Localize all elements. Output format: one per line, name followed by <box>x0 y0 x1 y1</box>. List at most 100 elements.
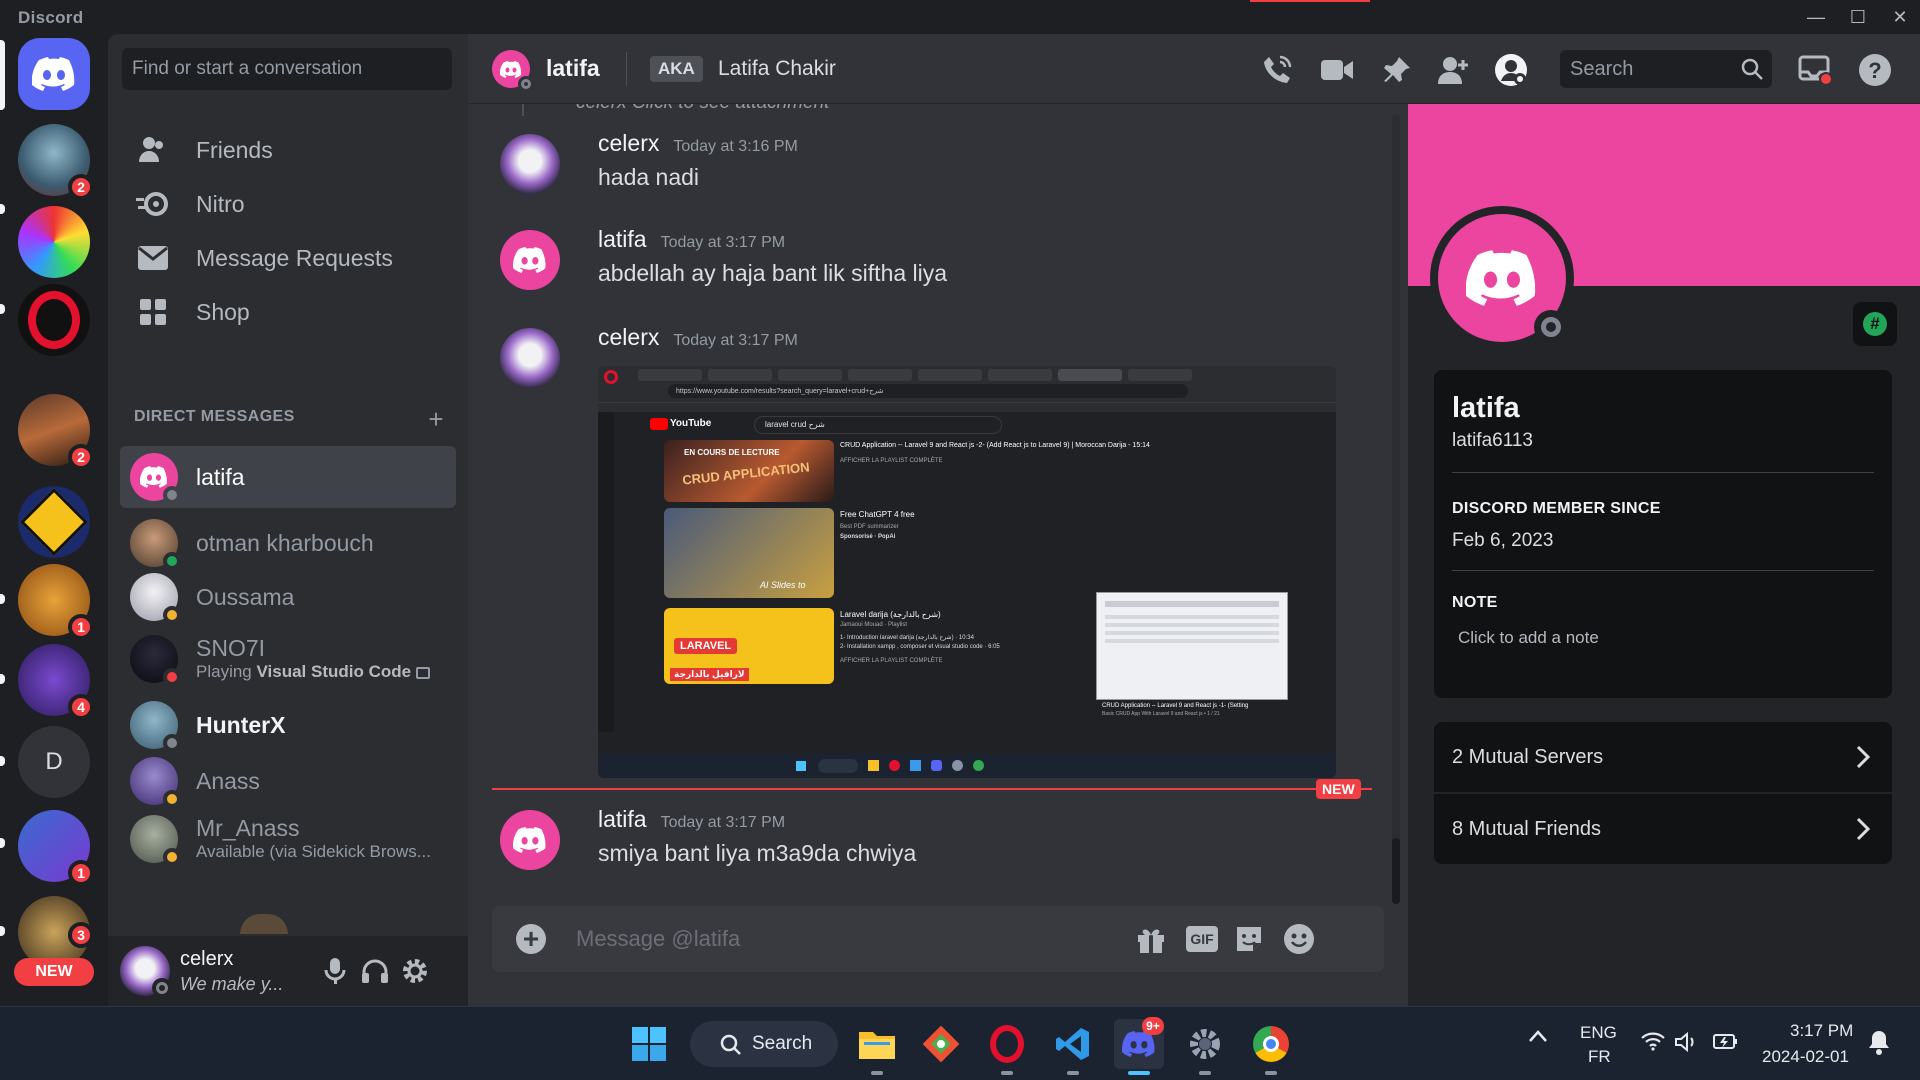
add-friends-to-dm-icon[interactable] <box>1434 51 1472 89</box>
message-avatar[interactable] <box>500 810 560 870</box>
maximize-button[interactable]: ☐ <box>1836 0 1880 34</box>
avatar <box>130 815 181 866</box>
header-status <box>518 76 534 92</box>
nav-friends[interactable]: Friends <box>120 122 456 178</box>
server-icon-2[interactable] <box>18 174 90 278</box>
server-icon-d[interactable]: D <box>18 726 90 798</box>
message-avatar[interactable] <box>500 328 560 388</box>
inbox-icon[interactable] <box>1796 51 1834 89</box>
message-timestamp: Today at 3:17 PM <box>660 234 786 251</box>
chrome-icon[interactable] <box>1246 1019 1296 1075</box>
nav-nitro[interactable]: Nitro <box>120 176 456 232</box>
minimize-button[interactable]: — <box>1794 0 1838 34</box>
mutual-friends-label: 8 Mutual Friends <box>1452 817 1601 840</box>
discord-logo-icon <box>32 57 75 91</box>
git-app-icon[interactable] <box>916 1019 966 1069</box>
avatar <box>130 701 181 752</box>
image-attachment[interactable]: https://www.youtube.com/results?search_q… <box>598 366 1336 778</box>
message-composer[interactable]: + Message @latifa GIF <box>492 906 1384 972</box>
dm-item-latifa[interactable]: latifa <box>120 446 456 508</box>
notification-bell-icon[interactable] <box>1868 1029 1890 1060</box>
scrollbar-thumb[interactable] <box>1392 838 1400 904</box>
note-input[interactable]: Click to add a note <box>1458 628 1599 648</box>
idle-status <box>163 606 181 624</box>
user-profile-panel: # latifa latifa6113 DISCORD MEMBER SINCE… <box>1408 104 1920 1006</box>
message-author[interactable]: celerx Today at 3:16 PM <box>598 130 798 157</box>
discord-taskbar-icon[interactable]: 9+ <box>1114 1017 1164 1075</box>
gift-icon[interactable] <box>1134 922 1168 956</box>
dm-header-label: DIRECT MESSAGES <box>134 408 295 425</box>
opera-browser-icon[interactable] <box>982 1019 1032 1075</box>
settings-gear-icon[interactable] <box>398 954 432 988</box>
scrollbar[interactable] <box>1392 114 1400 904</box>
server-icon-4[interactable]: 2 <box>18 394 94 470</box>
message-avatar[interactable] <box>500 134 560 194</box>
message-author[interactable]: latifa Today at 3:17 PM <box>598 226 785 253</box>
dm-item-oussama[interactable]: Oussama <box>120 566 456 628</box>
microphone-icon[interactable] <box>318 954 352 988</box>
server-icon-movie[interactable]: 1 <box>18 810 94 886</box>
close-button[interactable]: ✕ <box>1878 0 1920 34</box>
voice-call-icon[interactable] <box>1258 51 1296 89</box>
dm-item-mr-anass[interactable]: Mr_Anass Available (via Sidekick Brows..… <box>120 808 456 870</box>
dm-search-input[interactable]: Find or start a conversation <box>122 48 452 90</box>
nav-message-requests[interactable]: Message Requests <box>120 230 456 286</box>
home-button[interactable] <box>18 38 90 110</box>
header-search-input[interactable]: Search <box>1560 50 1772 88</box>
server-icon-opera[interactable] <box>18 274 90 356</box>
dm-item-hunterx[interactable]: HunterX <box>120 694 456 756</box>
emoji-icon[interactable] <box>1282 922 1316 956</box>
chevron-right-icon <box>1856 817 1871 847</box>
composer-placeholder[interactable]: Message @latifa <box>576 926 740 952</box>
help-icon[interactable]: ? <box>1856 51 1894 89</box>
server-icon-7[interactable]: 4 <box>18 644 94 720</box>
dm-item-anass[interactable]: Anass <box>120 750 456 812</box>
message-avatar[interactable] <box>500 230 560 290</box>
rich-presence-icon <box>415 666 430 679</box>
keyboard-layout[interactable]: FR <box>1588 1047 1611 1067</box>
message-author[interactable]: latifa Today at 3:17 PM <box>598 806 785 833</box>
nav-shop[interactable]: Shop <box>120 284 456 340</box>
dm-item-otman[interactable]: otman kharbouch <box>120 512 456 574</box>
battery-icon[interactable] <box>1712 1031 1738 1056</box>
mutual-servers-row[interactable]: 2 Mutual Servers <box>1434 722 1892 792</box>
dm-item-sno7i[interactable]: SNO7I Playing Visual Studio Code <box>120 628 456 690</box>
upload-plus-icon[interactable]: + <box>516 924 546 954</box>
server-icon-hello[interactable]: 1 <box>18 564 94 640</box>
running-indicator <box>871 1071 883 1075</box>
hashtag-badge-icon[interactable]: # <box>1853 302 1897 346</box>
chevron-up-icon[interactable] <box>1528 1029 1548 1048</box>
gif-picker-button[interactable]: GIF <box>1182 922 1222 956</box>
miniplayer-video <box>1096 592 1288 700</box>
vscode-icon[interactable] <box>1048 1019 1098 1075</box>
discord-logo-icon <box>1466 250 1536 306</box>
windows-start-icon[interactable] <box>624 1019 674 1069</box>
running-indicator <box>1265 1071 1277 1075</box>
new-unreads-pill[interactable]: NEW <box>14 958 94 986</box>
dm-name: latifa <box>196 463 245 490</box>
dm-name: Anass <box>196 767 260 794</box>
headphones-icon[interactable] <box>358 954 392 988</box>
wifi-icon[interactable] <box>1640 1031 1666 1056</box>
volume-icon[interactable] <box>1674 1031 1698 1058</box>
reply-preview[interactable]: celerx Click to see attachment <box>576 104 829 114</box>
profile-avatar[interactable] <box>1430 206 1574 350</box>
server-icon-gamezone[interactable] <box>18 486 90 558</box>
clock-date[interactable]: 2024-02-01 <box>1762 1047 1849 1067</box>
taskbar-search[interactable]: Search <box>690 1021 838 1067</box>
message-author[interactable]: celerx Today at 3:17 PM <box>598 324 798 351</box>
youtube-search-box: laravel crud شرح <box>754 416 1002 434</box>
mutual-friends-row[interactable]: 8 Mutual Friends <box>1434 794 1892 864</box>
create-dm-button[interactable]: + <box>428 404 444 435</box>
opera-icon <box>28 291 80 349</box>
settings-app-icon[interactable] <box>1180 1019 1230 1075</box>
search-icon <box>720 1034 742 1062</box>
clock-time[interactable]: 3:17 PM <box>1790 1021 1853 1041</box>
idle-status <box>163 848 181 866</box>
pinned-messages-icon[interactable] <box>1378 51 1416 89</box>
user-profile-toggle-icon[interactable] <box>1492 51 1530 89</box>
language-indicator[interactable]: ENG <box>1580 1023 1617 1043</box>
video-call-icon[interactable] <box>1318 51 1356 89</box>
sticker-icon[interactable] <box>1232 922 1266 956</box>
file-explorer-icon[interactable] <box>852 1019 902 1075</box>
